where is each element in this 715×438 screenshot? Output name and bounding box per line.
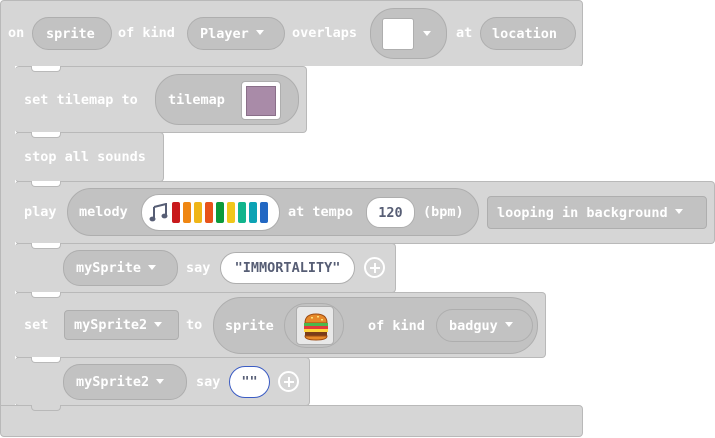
melody-reporter[interactable]: melody at tempo 120 (bpm) [67,188,479,236]
event-bottom-arm [0,405,583,437]
kind-dropdown-badguy-label: badguy [449,317,498,334]
block-notch [31,66,61,72]
sprite-image-field[interactable] [284,303,344,348]
melody-note-bar [183,202,191,223]
say-text-input[interactable]: "IMMORTALITY" [220,252,355,284]
melody-note-bar [238,202,246,223]
burger-icon [304,313,328,341]
sprite-dropdown-mysprite2[interactable]: mySprite2 [63,364,187,400]
variable-dropdown-mysprite2[interactable]: mySprite2 [64,310,179,340]
stop-all-sounds-label: stop all sounds [24,149,146,165]
block-notch [31,243,61,249]
playback-mode-label: looping in background [497,204,668,221]
set-label: set [24,317,49,333]
event-overlaps-label: overlaps [292,25,358,41]
location-param[interactable]: location [480,17,576,50]
chevron-down-icon [423,31,431,36]
say-label: say [186,260,211,276]
playback-mode-dropdown[interactable]: looping in background [487,196,707,229]
sprite-dropdown-label: mySprite2 [76,374,150,390]
to-label: to [186,317,203,333]
bpm-label: (bpm) [423,204,464,220]
event-at-label: at [456,25,473,41]
kind-dropdown-player[interactable]: Player [187,17,285,50]
tilemap-thumbnail[interactable] [241,81,281,120]
chevron-down-icon [156,378,165,384]
kind-dropdown-player-label: Player [200,25,249,42]
say-label: say [196,374,221,390]
tile-swatch [382,18,414,50]
of-kind-label: of kind [368,317,425,334]
say-text-value: IMMORTALITY [242,260,333,276]
set-tilemap-label: set tilemap to [24,92,138,108]
say-text-input-empty[interactable]: "" [229,366,270,398]
create-sprite-reporter[interactable]: sprite of kind badguy [213,297,538,354]
tilemap-reporter-label: tilemap [168,91,225,108]
melody-note-bar [205,202,213,223]
melody-note-bar [172,202,180,223]
melody-note-bar [249,202,257,223]
sprite-dropdown-label: mySprite [76,260,142,276]
location-param-label: location [492,25,558,42]
tile-dropdown[interactable] [370,8,447,59]
add-argument-icon[interactable] [278,371,299,392]
tempo-value: 120 [378,204,403,221]
add-argument-icon[interactable] [364,257,385,278]
event-on-label: on [8,25,25,41]
melody-note-bar [260,202,268,223]
melody-note-bar [194,202,202,223]
event-spine [0,60,15,410]
sprite-param-label: sprite [46,25,95,42]
chevron-down-icon [504,322,513,327]
melody-note-bar [227,202,235,223]
event-of-kind-label: of kind [118,25,175,41]
chevron-down-icon [154,321,163,327]
block-notch [31,292,61,298]
music-note-icon [149,203,168,222]
chevron-down-icon [255,30,264,35]
block-notch [31,181,61,187]
chevron-down-icon [148,264,157,270]
melody-preview [172,202,272,224]
block-notch [31,132,61,138]
block-notch-bottom [31,405,61,411]
play-label: play [24,204,57,220]
block-notch [31,357,61,363]
variable-dropdown-label: mySprite2 [74,317,148,333]
chevron-down-icon [674,209,683,214]
melody-field[interactable] [141,194,280,231]
tilemap-reporter[interactable]: tilemap [155,74,299,125]
tilemap-swatch [246,86,276,116]
create-sprite-label: sprite [225,317,274,334]
sprite-dropdown-mysprite[interactable]: mySprite [63,250,178,286]
kind-dropdown-badguy[interactable]: badguy [436,309,533,342]
melody-note-bar [216,202,224,223]
at-tempo-label: at tempo [288,204,354,220]
tempo-input[interactable]: 120 [366,197,415,228]
melody-label: melody [79,204,128,220]
sprite-param[interactable]: sprite [32,17,112,50]
